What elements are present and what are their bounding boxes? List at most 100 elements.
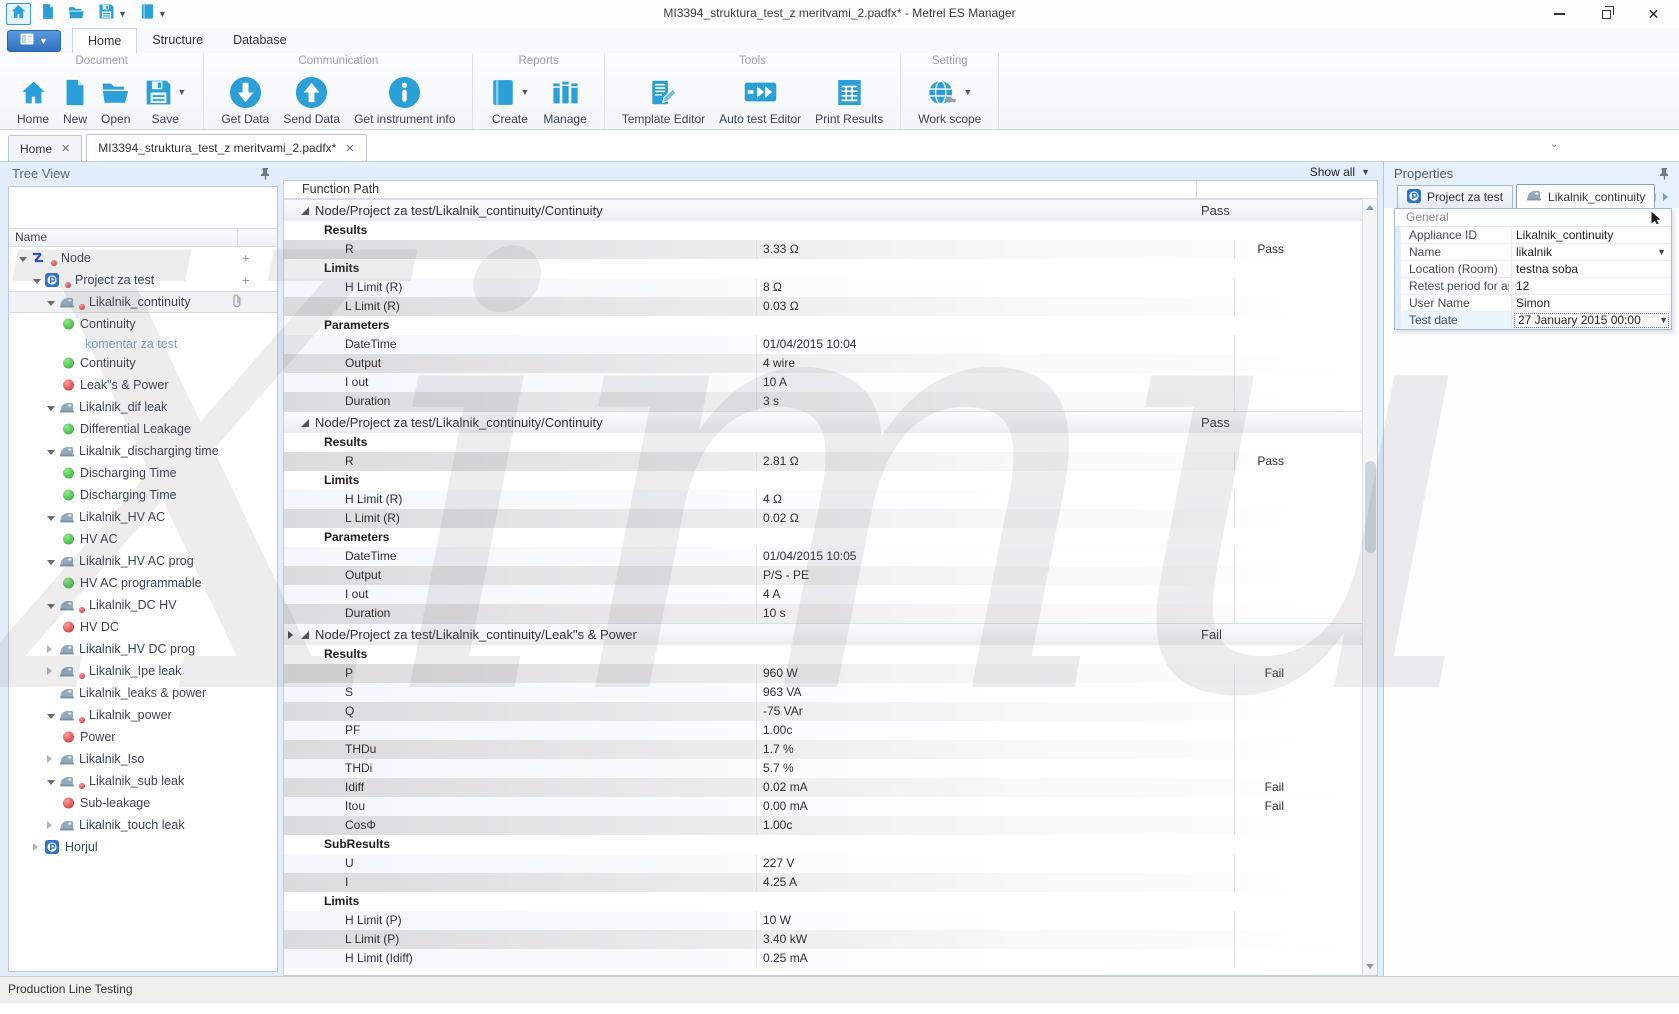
result-row[interactable]: DateTime01/04/2015 10:05 <box>284 547 1362 566</box>
chevron-down-icon[interactable]: ▼ <box>520 87 529 97</box>
expander-open-icon[interactable] <box>19 257 27 266</box>
tree-item[interactable]: HV AC <box>9 528 277 550</box>
result-group-header[interactable]: Node/Project za test/Likalnik_continuity… <box>284 623 1362 645</box>
document-tab[interactable]: Home✕ <box>8 135 82 161</box>
expander-closed-icon[interactable] <box>47 755 56 763</box>
property-row[interactable]: Test date27 January 2015 00:00▼ <box>1395 312 1671 329</box>
result-row[interactable]: H Limit (Idiff)0.25 mA <box>284 949 1362 968</box>
property-section-header[interactable]: General <box>1395 209 1671 227</box>
tree-item[interactable]: Horjul <box>9 836 277 858</box>
close-icon[interactable]: ✕ <box>61 142 70 155</box>
chevron-down-icon[interactable]: ▼ <box>118 9 127 19</box>
property-row[interactable]: User NameSimon <box>1395 295 1671 312</box>
tree-item[interactable]: Likalnik_discharging time <box>9 440 277 462</box>
restore-button[interactable] <box>1583 0 1630 28</box>
result-row[interactable]: L Limit (R)0.03 Ω <box>284 297 1362 316</box>
ribbon-tab-home[interactable]: Home <box>72 28 137 53</box>
manage-button[interactable]: Manage <box>536 72 593 127</box>
tree-item[interactable]: Likalnik_sub leak <box>9 770 277 792</box>
tree-item[interactable]: Project za test+ <box>9 269 277 291</box>
collapsed-marker-icon[interactable] <box>288 631 297 639</box>
auto-test-editor-button[interactable]: Auto test Editor <box>712 72 808 127</box>
chevron-down-icon[interactable]: ▼ <box>1657 247 1666 257</box>
property-value[interactable]: Simon <box>1516 295 1655 311</box>
result-group-header[interactable]: Node/Project za test/Likalnik_continuity… <box>284 199 1362 221</box>
property-value[interactable]: Likalnik_continuity <box>1516 227 1655 243</box>
result-row[interactable]: I out10 A <box>284 373 1362 392</box>
result-row[interactable]: H Limit (R)8 Ω <box>284 278 1362 297</box>
properties-tab[interactable]: Likalnik_continuity <box>1516 184 1655 208</box>
tree-item[interactable]: Continuity <box>9 352 277 374</box>
expander-open-icon[interactable] <box>33 279 41 288</box>
home-button[interactable]: Home <box>10 72 56 127</box>
property-row[interactable]: Namelikalnik▼ <box>1395 244 1671 261</box>
close-icon[interactable]: ✕ <box>345 142 354 155</box>
property-row[interactable]: Appliance IDLikalnik_continuity <box>1395 227 1671 244</box>
tree-item[interactable]: Likalnik_DC HV <box>9 594 277 616</box>
tree-item[interactable]: Likalnik_continuity <box>9 291 277 313</box>
minimize-button[interactable] <box>1536 0 1583 28</box>
save-quick-button[interactable]: ▼ <box>95 3 130 25</box>
tree-item[interactable]: Likalnik_power <box>9 704 277 726</box>
result-row[interactable]: L Limit (R)0.02 Ω <box>284 509 1362 528</box>
result-row[interactable]: DateTime01/04/2015 10:04 <box>284 335 1362 354</box>
result-row[interactable]: P960 WFail <box>284 664 1362 683</box>
result-row[interactable]: OutputP/S - PE <box>284 566 1362 585</box>
expander-open-icon[interactable] <box>47 450 55 459</box>
tree-item[interactable]: Likalnik_touch leak <box>9 814 277 836</box>
result-row[interactable]: U227 V <box>284 854 1362 873</box>
result-row[interactable]: THDi5.7 % <box>284 759 1362 778</box>
tree-item[interactable]: Sub-leakage <box>9 792 277 814</box>
expander-closed-icon[interactable] <box>47 821 56 829</box>
show-all-button[interactable]: Show all ▼ <box>1310 163 1370 180</box>
open-button[interactable]: Open <box>94 72 137 127</box>
tree-item[interactable]: Likalnik_dif leak <box>9 396 277 418</box>
vertical-scrollbar[interactable] <box>1362 199 1377 975</box>
scroll-down-arrow-icon[interactable] <box>1363 960 1377 974</box>
tree-item[interactable]: Differential Leakage <box>9 418 277 440</box>
tree-column-header[interactable]: Name <box>9 228 277 247</box>
pin-icon[interactable] <box>1659 167 1670 185</box>
result-row[interactable]: I4.25 A <box>284 873 1362 892</box>
result-row[interactable]: Idiff0.02 mAFail <box>284 778 1362 797</box>
chevron-down-icon[interactable]: ▼ <box>1659 315 1668 325</box>
property-value[interactable]: 27 January 2015 00:00 <box>1514 313 1669 328</box>
chevron-down-icon[interactable]: ▼ <box>158 9 167 19</box>
get-instrument-info-button[interactable]: Get instrument info <box>347 72 462 127</box>
chevron-right-icon[interactable] <box>1663 193 1672 201</box>
close-button[interactable]: ✕ <box>1630 0 1677 28</box>
result-row[interactable]: Q-75 VAr <box>284 702 1362 721</box>
document-tab[interactable]: MI3394_struktura_test_z meritvami_2.padf… <box>86 134 366 161</box>
property-value[interactable]: testna soba <box>1516 261 1655 277</box>
result-row[interactable]: Output4 wire <box>284 354 1362 373</box>
expander-open-icon[interactable] <box>47 604 55 613</box>
scrollbar-thumb[interactable] <box>1365 461 1376 553</box>
expander-open-icon[interactable] <box>47 406 55 415</box>
group-expander-icon[interactable] <box>301 207 309 215</box>
result-row[interactable]: I out4 A <box>284 585 1362 604</box>
result-group-header[interactable]: Node/Project za test/Likalnik_continuity… <box>284 411 1362 433</box>
properties-tab[interactable]: Project za test <box>1397 185 1513 208</box>
tree-item[interactable]: Likalnik_HV AC <box>9 506 277 528</box>
property-value[interactable]: likalnik <box>1516 244 1655 260</box>
tree-item[interactable]: Leak"s & Power <box>9 374 277 396</box>
property-value[interactable]: 12 <box>1516 278 1655 294</box>
get-data-button[interactable]: Get Data <box>214 72 276 127</box>
result-row[interactable]: R2.81 ΩPass <box>284 452 1362 471</box>
tree-item[interactable]: Likalnik_Iso <box>9 748 277 770</box>
new-file-quick-button[interactable] <box>38 3 58 25</box>
property-row[interactable]: Retest period for appliance12 <box>1395 278 1671 295</box>
chevron-down-icon[interactable]: ▼ <box>963 87 972 97</box>
tree-item[interactable]: Discharging Time <box>9 462 277 484</box>
function-path-header[interactable]: Function Path <box>284 181 1377 199</box>
group-expander-icon[interactable] <box>301 631 309 639</box>
work-scope-button[interactable]: ▼Work scope <box>911 72 988 127</box>
pin-icon[interactable] <box>260 167 271 185</box>
expander-open-icon[interactable] <box>47 560 55 569</box>
result-row[interactable]: H Limit (P)10 W <box>284 911 1362 930</box>
expander-closed-icon[interactable] <box>47 645 56 653</box>
expander-open-icon[interactable] <box>47 714 55 723</box>
tree-item[interactable]: HV DC <box>9 616 277 638</box>
result-row[interactable]: L Limit (P)3.40 kW <box>284 930 1362 949</box>
report-quick-button[interactable]: ▼ <box>137 3 170 25</box>
